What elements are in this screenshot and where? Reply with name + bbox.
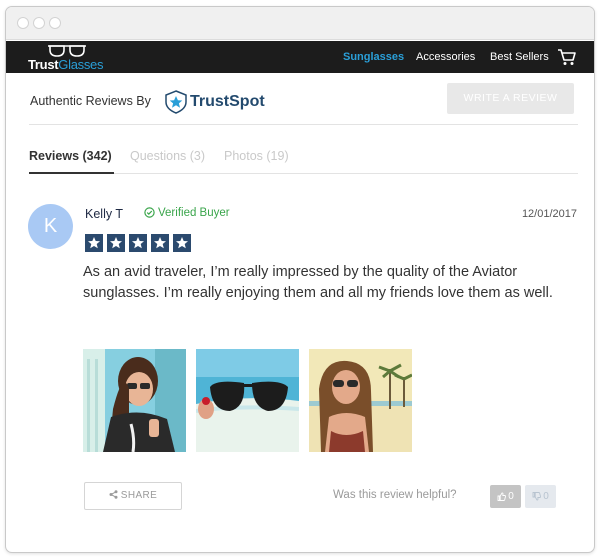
brand-logo[interactable]: TrustGlasses xyxy=(28,44,108,72)
helpful-no-count: 0 xyxy=(543,491,549,502)
share-icon xyxy=(109,490,118,499)
brand-name-part1: Trust xyxy=(28,57,59,72)
nav-link-accessories[interactable]: Accessories xyxy=(416,51,475,63)
glasses-icon xyxy=(48,45,86,57)
star-icon xyxy=(173,234,191,252)
star-icon xyxy=(151,234,169,252)
brand-name-part2: Glasses xyxy=(58,57,104,72)
review-body: As an avid traveler, I’m really impresse… xyxy=(83,264,553,301)
share-label: SHARE xyxy=(120,490,158,501)
thumbs-up-icon xyxy=(497,492,507,501)
site-navbar: TrustGlasses Sunglasses Accessories Best… xyxy=(6,41,594,73)
tab-questions[interactable]: Questions (3) xyxy=(130,149,205,163)
divider xyxy=(114,173,578,174)
verified-buyer-badge: Verified Buyer xyxy=(144,207,230,219)
avatar: K xyxy=(28,204,73,249)
helpful-no-button[interactable]: 0 xyxy=(525,485,556,508)
cart-icon[interactable] xyxy=(557,48,577,71)
star-icon xyxy=(107,234,125,252)
review-author: Kelly T xyxy=(85,207,123,221)
review-date: 12/01/2017 xyxy=(521,208,577,220)
helpful-yes-button[interactable]: 0 xyxy=(490,485,521,508)
nav-link-best-sellers[interactable]: Best Sellers xyxy=(490,51,549,63)
window-dot-close[interactable] xyxy=(17,17,29,29)
tab-reviews[interactable]: Reviews (342) xyxy=(29,149,112,163)
window-titlebar xyxy=(6,7,594,40)
star-icon xyxy=(129,234,147,252)
active-tab-indicator xyxy=(29,172,114,174)
write-review-button[interactable]: WRITE A REVIEW xyxy=(447,83,574,114)
share-button[interactable]: SHARE xyxy=(84,482,182,510)
window-dot-minimize[interactable] xyxy=(33,17,45,29)
browser-window: TrustGlasses Sunglasses Accessories Best… xyxy=(5,6,595,553)
trustspot-shield-icon xyxy=(165,90,187,114)
nav-link-sunglasses[interactable]: Sunglasses xyxy=(343,51,404,63)
check-circle-icon xyxy=(144,207,155,218)
window-dot-maximize[interactable] xyxy=(49,17,61,29)
thumbs-down-icon xyxy=(532,492,542,501)
tab-photos[interactable]: Photos (19) xyxy=(224,149,289,163)
woman-at-beach-photo[interactable] xyxy=(309,349,412,452)
helpful-yes-count: 0 xyxy=(508,491,514,502)
helpful-question: Was this review helpful? xyxy=(333,489,457,501)
reviews-provider-label: Authentic Reviews By xyxy=(30,94,151,108)
star-icon xyxy=(85,234,103,252)
woman-with-aviators-photo[interactable] xyxy=(83,349,186,452)
sunglasses-on-beach-photo[interactable] xyxy=(196,349,299,452)
divider xyxy=(29,124,578,125)
verified-buyer-label: Verified Buyer xyxy=(158,207,230,219)
trustspot-name: TrustSpot xyxy=(190,93,265,110)
